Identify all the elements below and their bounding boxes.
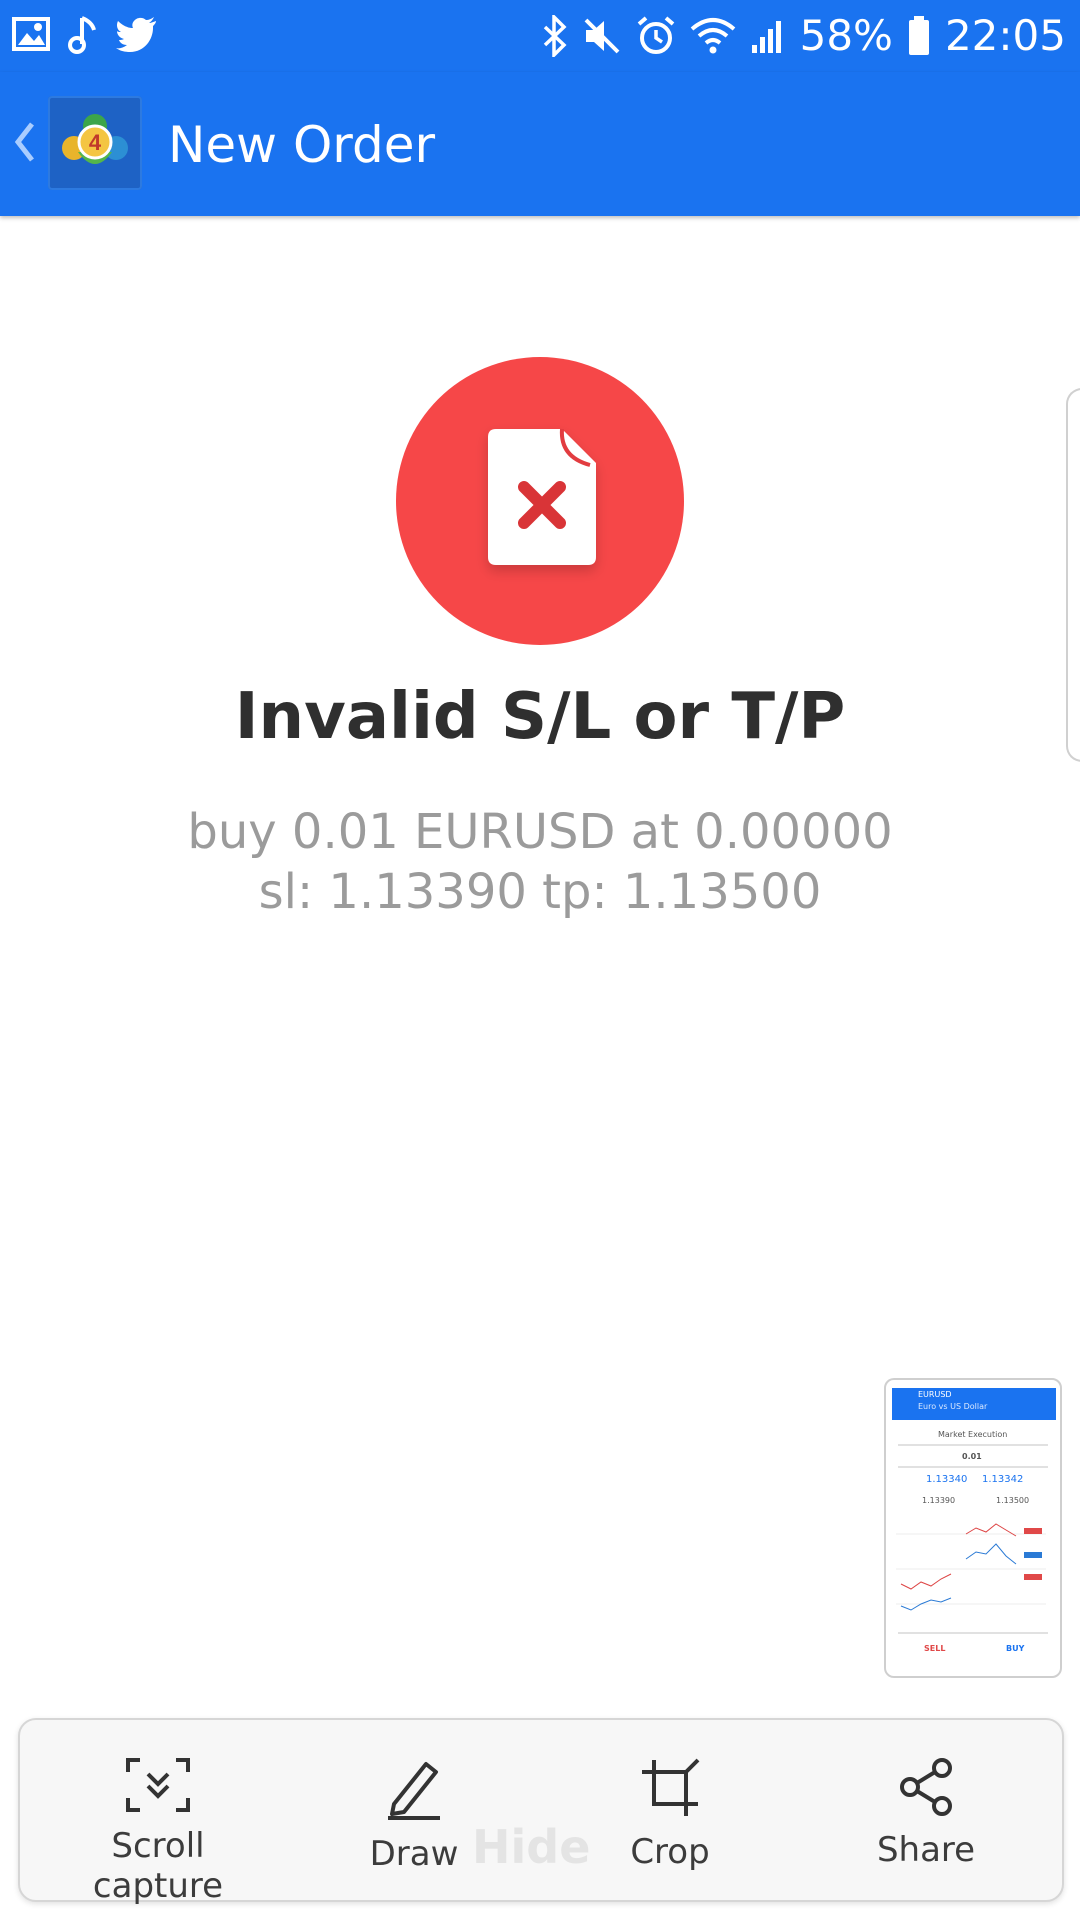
edge-panel-handle[interactable]: [1066, 388, 1080, 762]
screenshot-thumbnail[interactable]: EURUSD Euro vs US Dollar Market Executio…: [884, 1378, 1062, 1678]
pen-icon: [388, 1762, 440, 1820]
thumbnail-symbol: EURUSD: [918, 1390, 952, 1399]
share-button[interactable]: Share: [826, 1720, 1026, 1900]
thumbnail-volume: 0.01: [962, 1452, 982, 1461]
file-error-icon: [396, 357, 684, 645]
wifi-icon: [690, 17, 736, 55]
thumbnail-subheader: Euro vs US Dollar: [918, 1402, 988, 1411]
mute-icon: [582, 16, 622, 56]
gallery-icon: [12, 17, 50, 51]
thumbnail-sell-label: SELL: [924, 1644, 946, 1653]
result-title: Invalid S/L or T/P: [234, 680, 846, 754]
status-bar: 58% 22:05: [0, 0, 1080, 72]
thumbnail-tp: 1.13500: [996, 1496, 1030, 1505]
scroll-capture-button[interactable]: Scroll capture: [58, 1720, 258, 1906]
share-label: Share: [876, 1830, 976, 1870]
battery-icon: [907, 15, 931, 57]
thumbnail-divider: [898, 1444, 1048, 1446]
hide-button[interactable]: Hide: [472, 1820, 590, 1874]
metatrader-4-logo[interactable]: 4: [48, 96, 142, 190]
twitter-icon: [116, 16, 158, 52]
thumbnail-mode: Market Execution: [938, 1430, 1008, 1439]
sl-tp-detail-line: sl: 1.13390 tp: 1.13500: [258, 864, 822, 920]
battery-percent: 58%: [799, 11, 893, 60]
page-title: New Order: [168, 116, 436, 174]
clock: 22:05: [944, 11, 1066, 60]
thumbnail-sl: 1.13390: [922, 1496, 956, 1505]
svg-text:4: 4: [89, 130, 102, 155]
share-icon: [900, 1758, 952, 1816]
crop-label: Crop: [630, 1832, 710, 1872]
music-note-icon: [68, 14, 98, 54]
order-detail-line: buy 0.01 EURUSD at 0.00000: [187, 804, 893, 860]
scroll-capture-label: Scroll capture: [92, 1826, 224, 1906]
thumbnail-sell-price: 1.13340: [926, 1474, 968, 1485]
alarm-icon: [636, 16, 676, 56]
app-bar: 4 New Order: [0, 72, 1080, 216]
crop-button[interactable]: Crop: [570, 1720, 770, 1900]
scroll-capture-icon: [126, 1758, 190, 1812]
thumbnail-buy-label: BUY: [1006, 1644, 1025, 1653]
signal-icon: [750, 17, 786, 55]
thumbnail-divider: [898, 1466, 1048, 1468]
thumbnail-buy-price: 1.13342: [982, 1474, 1024, 1485]
chevron-left-icon[interactable]: [12, 118, 36, 171]
crop-icon: [642, 1758, 700, 1816]
bluetooth-icon: [542, 15, 568, 57]
thumbnail-divider: [898, 1632, 1048, 1634]
thumbnail-chart: [896, 1523, 1046, 1611]
screenshot-toolbar: Scroll capture Draw Crop Share: [18, 1718, 1064, 1906]
